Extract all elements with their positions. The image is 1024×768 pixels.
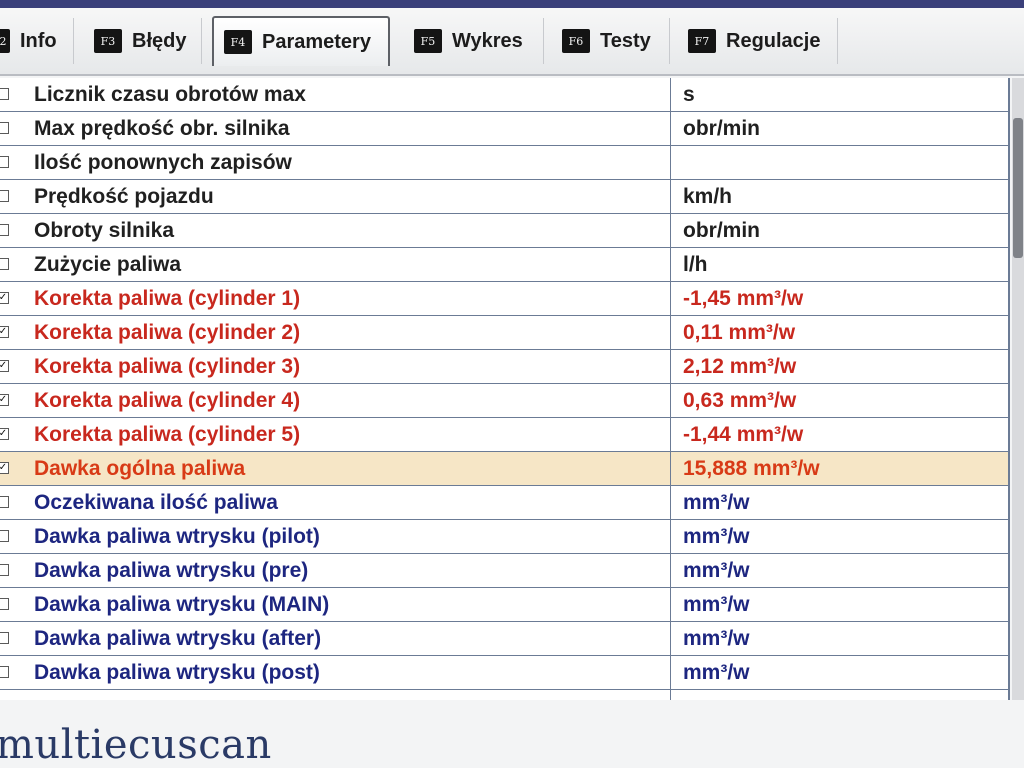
row-checkbox[interactable]: ✓ — [0, 462, 9, 474]
parameter-name: Dawka paliwa wtrysku (post) — [34, 661, 320, 684]
parameter-name: Zużycie paliwa — [34, 253, 182, 276]
row-checkbox[interactable] — [0, 88, 9, 100]
tab-label: Testy — [600, 29, 651, 52]
tab-label: Wykres — [452, 29, 523, 52]
parameter-value: 0,63 mm³/w — [683, 389, 797, 412]
row-checkbox[interactable] — [0, 598, 9, 610]
table-row[interactable]: Dawka paliwa wtrysku (pilot) mm³/w — [0, 520, 1010, 554]
parameter-name: Dawka ogólna paliwa — [34, 457, 246, 480]
row-checkbox[interactable] — [0, 632, 9, 644]
parameter-value: mm³/w — [683, 559, 750, 582]
scrollbar-thumb[interactable] — [1013, 118, 1023, 258]
row-checkbox[interactable] — [0, 666, 9, 678]
table-row[interactable]: ✓ Korekta paliwa (cylinder 4) 0,63 mm³/w — [0, 384, 1010, 418]
table-row[interactable]: Dawka paliwa wtrysku (MAIN) mm³/w — [0, 588, 1010, 622]
table-row[interactable]: Oczekiwana ilość paliwa mm³/w — [0, 486, 1010, 520]
table-row[interactable]: Obroty silnika obr/min — [0, 214, 1010, 248]
table-row[interactable]: Licznik czasu obrotów max s — [0, 78, 1010, 112]
parameter-value: l/h — [683, 253, 708, 276]
tab-info[interactable]: 2 Info — [0, 18, 74, 64]
parameter-value: mm³/w — [683, 593, 750, 616]
parameter-name: Dawka paliwa wtrysku (pilot) — [34, 525, 320, 548]
row-checkbox[interactable] — [0, 530, 9, 542]
tab-błędy[interactable]: F3 Błędy — [84, 18, 202, 64]
table-row[interactable]: Prędkość pojazdu km/h — [0, 180, 1010, 214]
table-row[interactable]: Dawka paliwa wtrysku (pre) mm³/w — [0, 554, 1010, 588]
function-key-badge: F5 — [414, 29, 442, 53]
row-checkbox[interactable] — [0, 156, 9, 168]
parameter-value: 2,12 mm³/w — [683, 355, 797, 378]
parameter-name: Korekta paliwa (cylinder 4) — [34, 389, 301, 412]
row-checkbox[interactable] — [0, 258, 9, 270]
table-row[interactable]: Zużycie paliwa l/h — [0, 248, 1010, 282]
function-key-badge: F3 — [94, 29, 122, 53]
function-key-badge: F4 — [224, 30, 252, 54]
parameter-value: s — [683, 83, 695, 106]
tab-testy[interactable]: F6 Testy — [552, 18, 670, 64]
row-checkbox[interactable] — [0, 122, 9, 134]
table-row[interactable]: ✓ Korekta paliwa (cylinder 5) -1,44 mm³/w — [0, 418, 1010, 452]
parameter-value: mm³/w — [683, 491, 750, 514]
parameter-value: -1,45 mm³/w — [683, 287, 804, 310]
parameter-name: Max prędkość obr. silnika — [34, 117, 290, 140]
function-key-badge: F6 — [562, 29, 590, 53]
parameters-table: Licznik czasu obrotów max s Max prędkość o… — [0, 78, 1010, 700]
tab-label: Info — [20, 29, 57, 52]
parameter-value: obr/min — [683, 117, 760, 140]
row-checkbox[interactable] — [0, 564, 9, 576]
row-checkbox[interactable]: ✓ — [0, 326, 9, 338]
parameter-name: Ilość ponownych zapisów — [34, 151, 292, 174]
parameter-value: mm³/w — [683, 627, 750, 650]
row-checkbox[interactable]: ✓ — [0, 360, 9, 372]
parameter-name: Obroty silnika — [34, 219, 175, 242]
window-top-strip — [0, 0, 1024, 8]
parameter-value: obr/min — [683, 219, 760, 242]
row-checkbox[interactable] — [0, 224, 9, 236]
tab-label: Parametery — [262, 30, 371, 53]
tab-parametery[interactable]: F4 Parametery — [212, 16, 390, 66]
parameter-name: Korekta paliwa (cylinder 3) — [34, 355, 301, 378]
table-right-border — [1008, 78, 1010, 700]
table-row[interactable]: ✓ Korekta paliwa (cylinder 2) 0,11 mm³/w — [0, 316, 1010, 350]
table-row[interactable]: Max prędkość obr. silnika obr/min — [0, 112, 1010, 146]
parameter-name: Dawka paliwa wtrysku (after) — [34, 627, 322, 650]
row-checkbox[interactable]: ✓ — [0, 428, 9, 440]
table-row[interactable]: Dawka paliwa wtrysku (post) mm³/w — [0, 656, 1010, 690]
table-row[interactable]: ✓ Dawka ogólna paliwa 15,888 mm³/w — [0, 452, 1010, 486]
parameter-name: Dawka paliwa wtrysku (MAIN) — [34, 593, 330, 616]
tab-label: Błędy — [132, 29, 187, 52]
parameter-name: Korekta paliwa (cylinder 5) — [34, 423, 301, 446]
row-checkbox[interactable] — [0, 190, 9, 202]
table-row[interactable]: ✓ Korekta paliwa (cylinder 3) 2,12 mm³/w — [0, 350, 1010, 384]
parameter-value: km/h — [683, 185, 733, 208]
parameter-value: -1,44 mm³/w — [683, 423, 804, 446]
column-separator — [670, 78, 671, 700]
parameter-name: Korekta paliwa (cylinder 2) — [34, 321, 301, 344]
parameter-name: Dawka paliwa wtrysku (pre) — [34, 559, 309, 582]
table-row[interactable]: ✓ Korekta paliwa (cylinder 1) -1,45 mm³/w — [0, 282, 1010, 316]
table-row[interactable]: Ilość ponownych zapisów — [0, 146, 1010, 180]
row-checkbox[interactable]: ✓ — [0, 394, 9, 406]
parameter-name: Licznik czasu obrotów max — [34, 83, 306, 106]
app-brand-logo: multiecuscan — [0, 722, 272, 768]
tab-regulacje[interactable]: F7 Regulacje — [678, 18, 838, 64]
function-tab-bar: 2 Info F3 Błędy F4 Parametery F5 Wykres F6 Testy F… — [0, 8, 1024, 76]
row-checkbox[interactable]: ✓ — [0, 292, 9, 304]
parameter-value: 15,888 mm³/w — [683, 457, 820, 480]
footer: multiecuscan — [0, 708, 1024, 768]
function-key-badge: F7 — [688, 29, 716, 53]
row-checkbox[interactable] — [0, 496, 9, 508]
parameter-name: Korekta paliwa (cylinder 1) — [34, 287, 301, 310]
tab-label: Regulacje — [726, 29, 821, 52]
parameter-value: mm³/w — [683, 661, 750, 684]
vertical-scrollbar[interactable] — [1012, 78, 1024, 700]
function-key-badge: 2 — [0, 29, 10, 53]
tab-wykres[interactable]: F5 Wykres — [404, 18, 544, 64]
parameter-name: Prędkość pojazdu — [34, 185, 214, 208]
parameter-value: 0,11 mm³/w — [683, 321, 796, 344]
parameter-value: mm³/w — [683, 525, 750, 548]
parameter-name: Oczekiwana ilość paliwa — [34, 491, 278, 514]
table-row[interactable]: Dawka paliwa wtrysku (after) mm³/w — [0, 622, 1010, 656]
